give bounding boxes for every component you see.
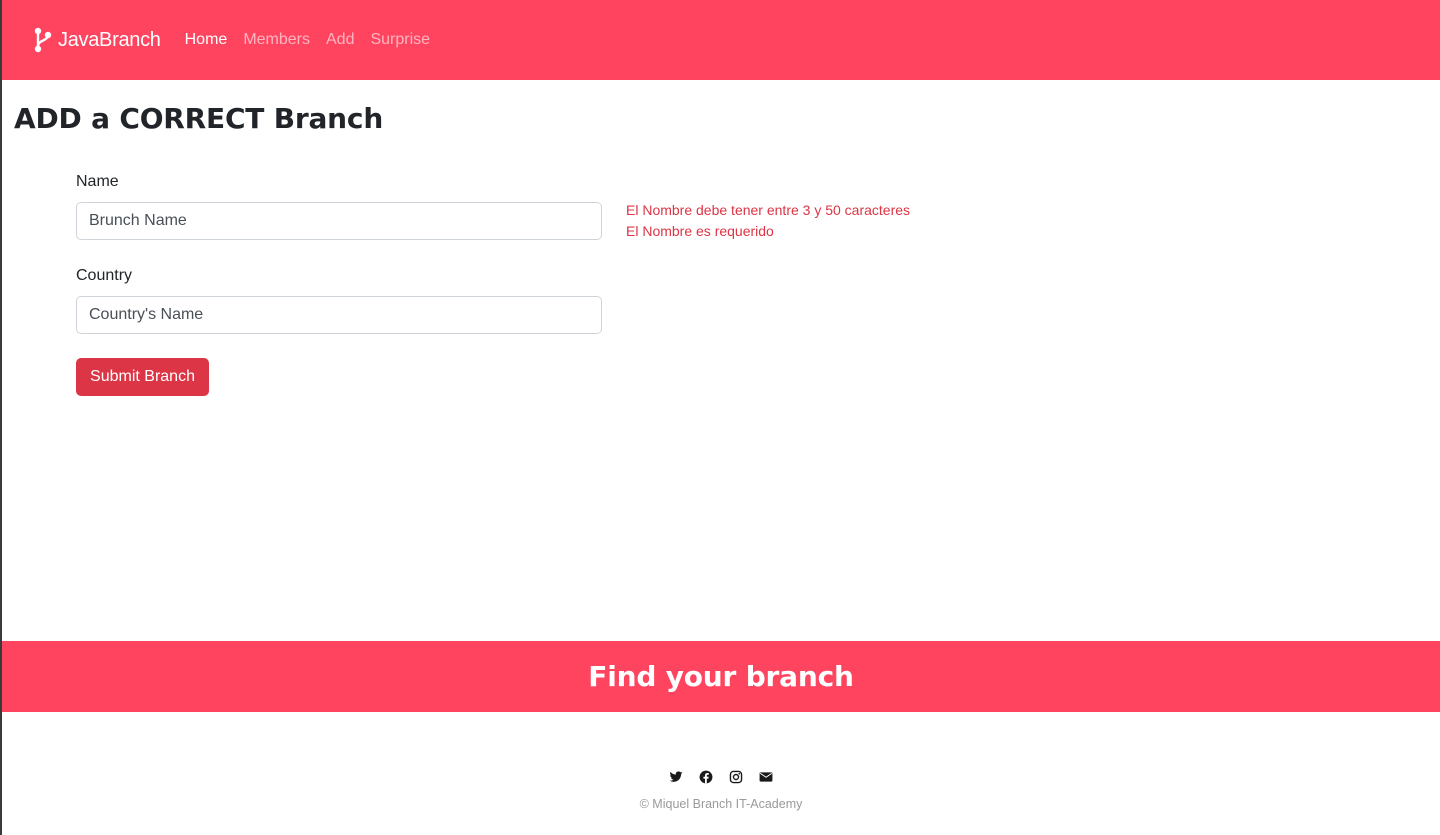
page: JavaBranch Home Members Add Surprise ADD…	[0, 0, 1440, 835]
name-length-error: El Nombre debe tener entre 3 y 50 caract…	[626, 202, 911, 218]
social-links	[2, 768, 1440, 786]
nav-links: Home Members Add Surprise	[185, 31, 446, 49]
country-input[interactable]	[76, 296, 602, 334]
name-required-error: El Nombre es requerido	[626, 223, 774, 239]
find-branch-banner: Find your branch	[2, 641, 1440, 712]
submit-branch-button[interactable]: Submit Branch	[76, 358, 209, 396]
brand-link[interactable]: JavaBranch	[32, 26, 161, 54]
nav-link-add[interactable]: Add	[326, 31, 354, 49]
copyright-text: © Miquel Branch IT-Academy	[639, 797, 803, 811]
brand-name: JavaBranch	[58, 28, 161, 51]
country-label: Country	[76, 267, 133, 284]
navbar: JavaBranch Home Members Add Surprise	[2, 0, 1440, 80]
banner-title: Find your branch	[588, 660, 854, 693]
nav-link-surprise[interactable]: Surprise	[370, 31, 430, 49]
twitter-icon[interactable]	[667, 768, 685, 786]
git-branch-icon	[34, 27, 52, 53]
envelope-icon[interactable]	[757, 768, 775, 786]
page-title: ADD a CORRECT Branch	[14, 102, 384, 135]
nav-link-home[interactable]: Home	[185, 31, 228, 49]
instagram-icon[interactable]	[727, 768, 745, 786]
facebook-icon[interactable]	[697, 768, 715, 786]
nav-link-members[interactable]: Members	[243, 31, 310, 49]
name-label: Name	[76, 173, 119, 190]
name-input[interactable]	[76, 202, 602, 240]
name-error-messages: El Nombre debe tener entre 3 y 50 caract…	[626, 200, 910, 242]
